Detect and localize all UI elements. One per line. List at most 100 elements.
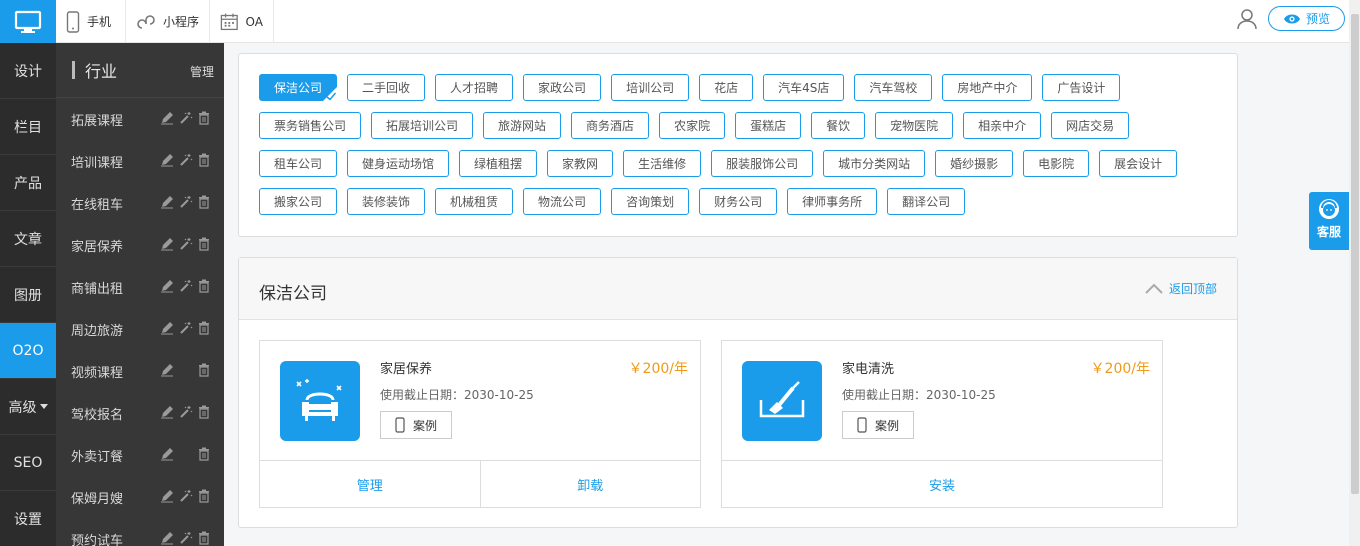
magic-wand-icon[interactable] [179, 195, 193, 209]
nav-item-column[interactable]: 栏目 [0, 99, 56, 155]
industry-tag[interactable]: 花店 [699, 74, 754, 101]
industry-tag[interactable]: 搬家公司 [259, 188, 338, 215]
industry-tag[interactable]: 生活维修 [623, 150, 702, 177]
industry-tag[interactable]: 网店交易 [1051, 112, 1130, 139]
back-to-top-link[interactable]: 返回顶部 [1145, 280, 1217, 297]
industry-tag[interactable]: 咨询策划 [611, 188, 690, 215]
industry-tag[interactable]: 服装服饰公司 [711, 150, 814, 177]
nav-item-settings[interactable]: 设置 [0, 491, 56, 546]
trash-icon[interactable] [198, 321, 210, 335]
industry-tag[interactable]: 蛋糕店 [735, 112, 802, 139]
industry-tag[interactable]: 租车公司 [259, 150, 338, 177]
industry-tag[interactable]: 城市分类网站 [823, 150, 926, 177]
industry-tag[interactable]: 电影院 [1023, 150, 1090, 177]
subnav-item[interactable]: 周边旅游 [56, 308, 224, 350]
industry-tag[interactable]: 相亲中介 [963, 112, 1042, 139]
trash-icon[interactable] [198, 489, 210, 503]
industry-tag[interactable]: 餐饮 [811, 112, 866, 139]
industry-tag[interactable]: 物流公司 [523, 188, 602, 215]
industry-tag[interactable]: 商务酒店 [571, 112, 650, 139]
industry-tag[interactable]: 健身运动场馆 [347, 150, 450, 177]
topbar-miniapp[interactable]: 小程序 [126, 0, 210, 43]
industry-tag[interactable]: 汽车驾校 [854, 74, 933, 101]
industry-tag[interactable]: 展会设计 [1099, 150, 1178, 177]
nav-item-album[interactable]: 图册 [0, 267, 56, 323]
trash-icon[interactable] [198, 111, 210, 125]
nav-item-article[interactable]: 文章 [0, 211, 56, 267]
preview-button[interactable]: 预览 [1268, 6, 1345, 31]
industry-tag[interactable]: 律师事务所 [787, 188, 878, 215]
trash-icon[interactable] [198, 279, 210, 293]
trash-icon[interactable] [198, 531, 210, 545]
topbar-oa[interactable]: OA [210, 0, 274, 43]
industry-tag[interactable]: 拓展培训公司 [371, 112, 474, 139]
industry-tag[interactable]: 装修装饰 [347, 188, 426, 215]
magic-wand-icon[interactable] [179, 489, 193, 503]
industry-tag[interactable]: 汽车4S店 [763, 74, 845, 101]
industry-tag[interactable]: 票务销售公司 [259, 112, 362, 139]
edit-pencil-icon[interactable] [160, 363, 174, 377]
subnav-item[interactable]: 家居保养 [56, 224, 224, 266]
industry-tag[interactable]: 培训公司 [611, 74, 690, 101]
industry-tag[interactable]: 机械租赁 [435, 188, 514, 215]
subnav-item[interactable]: 预约试车 [56, 518, 224, 546]
manage-button[interactable]: 管理 [260, 461, 480, 507]
subnav-item[interactable]: 培训课程 [56, 140, 224, 182]
desktop-logo[interactable] [0, 0, 56, 43]
edit-pencil-icon[interactable] [160, 489, 174, 503]
edit-pencil-icon[interactable] [160, 111, 174, 125]
edit-pencil-icon[interactable] [160, 405, 174, 419]
magic-wand-icon[interactable] [179, 531, 193, 545]
subnav-item[interactable]: 外卖订餐 [56, 434, 224, 476]
industry-tag[interactable]: 家教网 [547, 150, 614, 177]
industry-tag[interactable]: 广告设计 [1042, 74, 1121, 101]
uninstall-button[interactable]: 卸载 [479, 461, 701, 507]
nav-item-seo[interactable]: SEO [0, 435, 56, 491]
magic-wand-icon[interactable] [179, 237, 193, 251]
subnav-item[interactable]: 在线租车 [56, 182, 224, 224]
trash-icon[interactable] [198, 195, 210, 209]
customer-service-button[interactable]: 客服 [1309, 192, 1349, 250]
scrollbar-thumb[interactable] [1351, 14, 1359, 494]
edit-pencil-icon[interactable] [160, 153, 174, 167]
industry-tag[interactable]: 房地产中介 [942, 74, 1033, 101]
industry-tag[interactable]: 保洁公司 [259, 74, 338, 101]
edit-pencil-icon[interactable] [160, 447, 174, 461]
industry-tag[interactable]: 财务公司 [699, 188, 778, 215]
trash-icon[interactable] [198, 447, 210, 461]
magic-wand-icon[interactable] [179, 153, 193, 167]
industry-tag[interactable]: 宠物医院 [875, 112, 954, 139]
trash-icon[interactable] [198, 363, 210, 377]
edit-pencil-icon[interactable] [160, 237, 174, 251]
subnav-manage-link[interactable]: 管理 [190, 63, 214, 80]
industry-tag[interactable]: 旅游网站 [483, 112, 562, 139]
nav-item-advanced[interactable]: 高级 [0, 379, 56, 435]
case-button[interactable]: 案例 [842, 411, 914, 439]
install-button[interactable]: 安装 [722, 461, 1162, 507]
magic-wand-icon[interactable] [179, 111, 193, 125]
edit-pencil-icon[interactable] [160, 321, 174, 335]
edit-pencil-icon[interactable] [160, 279, 174, 293]
user-icon[interactable] [1236, 8, 1258, 30]
industry-tag[interactable]: 婚纱摄影 [935, 150, 1014, 177]
industry-tag[interactable]: 人才招聘 [435, 74, 514, 101]
subnav-item[interactable]: 拓展课程 [56, 98, 224, 140]
industry-tag[interactable]: 家政公司 [523, 74, 602, 101]
magic-wand-icon[interactable] [179, 321, 193, 335]
subnav-item[interactable]: 驾校报名 [56, 392, 224, 434]
nav-item-design[interactable]: 设计 [0, 43, 56, 99]
industry-tag[interactable]: 翻译公司 [887, 188, 966, 215]
nav-item-o2o[interactable]: O2O [0, 323, 56, 379]
trash-icon[interactable] [198, 237, 210, 251]
industry-tag[interactable]: 二手回收 [347, 74, 426, 101]
trash-icon[interactable] [198, 153, 210, 167]
trash-icon[interactable] [198, 405, 210, 419]
nav-item-product[interactable]: 产品 [0, 155, 56, 211]
case-button[interactable]: 案例 [380, 411, 452, 439]
subnav-item[interactable]: 商铺出租 [56, 266, 224, 308]
topbar-phone[interactable]: 手机 [56, 0, 126, 43]
subnav-item[interactable]: 视频课程 [56, 350, 224, 392]
edit-pencil-icon[interactable] [160, 195, 174, 209]
magic-wand-icon[interactable] [179, 279, 193, 293]
industry-tag[interactable]: 农家院 [659, 112, 726, 139]
